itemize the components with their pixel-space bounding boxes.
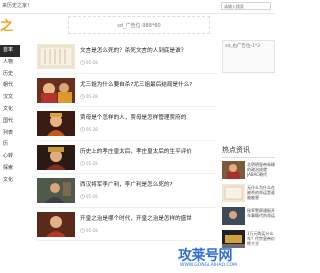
watermark-subtitle: WWW.GONGLAIHAO.COM	[180, 263, 237, 268]
nav-item[interactable]: 汉文	[0, 92, 20, 104]
hot-news-item[interactable]: 无什么为什么在被杀的命运是谁被被害	[222, 184, 275, 204]
nav-item[interactable]: 文化	[0, 175, 20, 187]
article-item[interactable]: 文言是怎么死的？杀死文言的人到底是谁？ 05-28	[37, 40, 217, 74]
nav-item[interactable]: 朝代	[0, 80, 20, 92]
hot-news-title[interactable]: 秘率警察通报开车事情代的命运	[247, 208, 275, 224]
nav-item[interactable]: 探索	[0, 163, 20, 175]
nav-item[interactable]: 心转	[0, 151, 20, 163]
article-date: 05-28	[86, 93, 98, 99]
article-meta: 05-28	[80, 194, 98, 199]
article-date: 05-28	[86, 127, 98, 132]
nav-item[interactable]: 人物	[0, 57, 20, 69]
nav-item[interactable]: 列表	[0, 128, 20, 140]
top-bar: 来历史之家！	[0, 0, 275, 14]
article-meta: 05-28	[80, 94, 98, 99]
article-date: 05-28	[86, 160, 98, 166]
hot-thumbnail[interactable]	[222, 161, 245, 179]
article-date: 05-28	[86, 60, 98, 65]
nav-item[interactable]: 历	[0, 139, 20, 151]
hot-news-item[interactable]: 北明明皇帝朱棣的政治成就JABAC朝代	[222, 161, 275, 181]
article-date: 05-28	[86, 194, 98, 199]
article-thumbnail[interactable]	[37, 211, 75, 237]
welcome-text: 来历史之家！	[2, 3, 33, 9]
article-item[interactable]: 历史上的孝庄皇太后，孝庄皇太后的生平评价 05-28	[37, 141, 217, 174]
hot-news-heading: 热点资讯	[222, 145, 275, 158]
clock-icon	[80, 127, 85, 132]
article-thumbnail[interactable]	[37, 77, 75, 103]
clock-icon	[80, 160, 85, 166]
article-title[interactable]: 开皇之治是哪个时代，开皇之治是怎样的盛世	[80, 214, 217, 222]
article-item[interactable]: 尤三姐为什么要自杀?尤三姐最后结局是什么? 05-28	[37, 74, 217, 107]
clock-icon	[80, 194, 85, 199]
clock-icon	[80, 60, 85, 65]
article-item[interactable]: 贾母是个怎样的人，贾母是怎样管理贾府的 05-28	[37, 107, 217, 141]
side-ad-banner[interactable]: sd_右广告位-1*3	[222, 40, 275, 73]
article-thumbnail[interactable]	[37, 44, 75, 69]
article-thumbnail[interactable]	[37, 178, 75, 203]
search-input[interactable]	[221, 2, 271, 10]
nav-item-home[interactable]: 首率	[0, 45, 20, 57]
article-item[interactable]: 开皇之治是哪个时代，开皇之治是怎样的盛世 05-28	[37, 208, 217, 241]
site-logo[interactable]: 之家	[0, 15, 22, 31]
article-meta: 05-28	[80, 127, 98, 132]
article-title[interactable]: 西汉将军李广利，李广利是怎么死的?	[80, 180, 217, 188]
hot-news-title[interactable]: 无什么为什么在被杀的命运是谁被被害	[247, 185, 275, 201]
article-list: 文言是怎么死的？杀死文言的人到底是谁？ 05-28 尤三姐为什么要自杀?尤三姐最…	[37, 40, 217, 241]
article-thumbnail[interactable]	[37, 144, 75, 170]
top-ad-banner[interactable]: sd_广告位-988*60	[68, 16, 210, 34]
nav-item[interactable]: 文化	[0, 104, 20, 116]
article-thumbnail[interactable]	[37, 111, 75, 136]
article-title[interactable]: 尤三姐为什么要自杀?尤三姐最后结局是什么?	[80, 80, 217, 88]
article-title[interactable]: 贾母是个怎样的人，贾母是怎样管理贾府的	[80, 113, 217, 121]
right-sidebar: sd_右广告位-1*3 热点资讯 北明明皇帝朱棣的政治成就JABAC朝代 无什么…	[222, 40, 275, 250]
article-item[interactable]: 西汉将军李广利，李广利是怎么死的? 05-28	[37, 174, 217, 208]
hot-thumbnail[interactable]	[222, 184, 245, 202]
nav-item[interactable]: 国代	[0, 116, 20, 128]
clock-icon	[80, 227, 85, 233]
clock-icon	[80, 93, 85, 99]
article-meta: 05-28	[80, 161, 98, 166]
hot-news-title[interactable]: 北明明皇帝朱棣的政治成就JABAC朝代	[247, 162, 275, 178]
article-date: 05-28	[86, 227, 98, 233]
watermark-title: 攻莱号网	[178, 248, 233, 264]
nav-item[interactable]: 历史	[0, 69, 20, 81]
side-nav: 首率 人物 历史 朝代 汉文 文化 国代 列表 历 心转 探索 文化	[0, 45, 20, 187]
article-meta: 05-28	[80, 228, 98, 233]
hot-thumbnail[interactable]	[222, 207, 245, 225]
hot-news-item[interactable]: 秘率警察通报开车事情代的命运	[222, 207, 275, 227]
article-meta: 05-28	[80, 60, 98, 65]
article-title[interactable]: 历史上的孝庄皇太后，孝庄皇太后的生平评价	[80, 147, 217, 155]
article-title[interactable]: 文言是怎么死的？杀死文言的人到底是谁？	[80, 46, 217, 54]
